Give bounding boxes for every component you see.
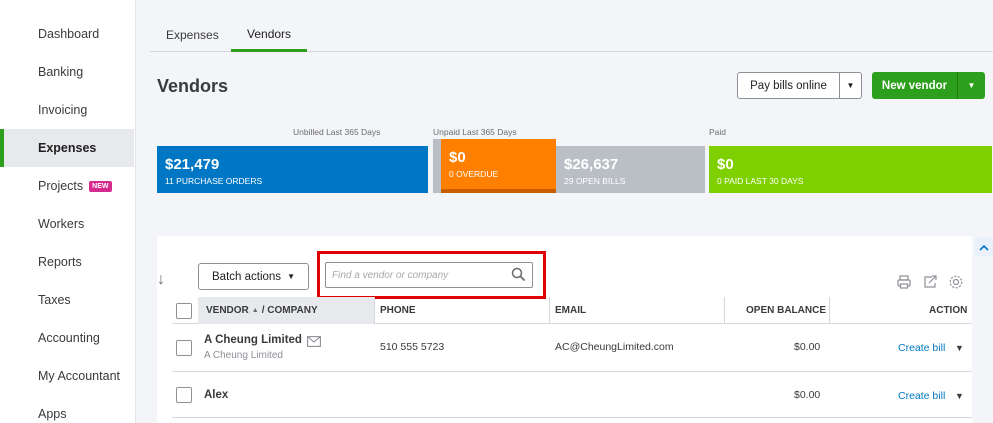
sidebar-item-projects[interactable]: Projects NEW <box>0 167 134 205</box>
envelope-icon[interactable] <box>307 334 321 352</box>
vendor-name-link[interactable]: A Cheung Limited <box>204 334 302 346</box>
export-icon[interactable] <box>921 273 939 291</box>
phone-column-header: PHONE <box>380 305 416 316</box>
sidebar-item-expenses[interactable]: Expenses <box>0 129 134 167</box>
open-balance-cell: $0.00 <box>794 341 821 353</box>
pay-bills-online-button[interactable]: Pay bills online ▼ <box>737 72 862 99</box>
chevron-down-icon[interactable]: ▼ <box>955 391 964 401</box>
paid-amount: $0 <box>717 156 734 173</box>
chevron-down-icon[interactable]: ▼ <box>958 81 985 90</box>
table-row: Alex $0.00 Create bill ▼ <box>172 372 972 418</box>
chevron-down-icon[interactable]: ▼ <box>955 343 964 353</box>
tab-bar: Expenses Vendors <box>150 18 993 52</box>
left-nav-sidebar: Dashboard Banking Invoicing Expenses Pro… <box>0 0 136 423</box>
sidebar-item-accounting[interactable]: Accounting <box>0 319 134 357</box>
new-vendor-button[interactable]: New vendor ▼ <box>872 72 985 99</box>
paid-caption: 0 PAID LAST 30 DAYS <box>717 176 804 186</box>
paid-label: Paid <box>709 127 727 137</box>
table-header: VENDOR ▲ / COMPANY PHONE EMAIL OPEN BALA… <box>172 297 972 324</box>
sidebar-item-workers[interactable]: Workers <box>0 205 134 243</box>
pay-bills-online-label: Pay bills online <box>738 73 840 98</box>
row-checkbox[interactable] <box>176 387 192 403</box>
company-header-label: / COMPANY <box>261 305 318 316</box>
main-content: Expenses Vendors Vendors Pay bills onlin… <box>136 0 993 423</box>
open-bills-caption: 29 OPEN BILLS <box>564 176 626 186</box>
batch-actions-label: Batch actions <box>212 270 282 283</box>
action-column-header: ACTION <box>929 305 968 316</box>
email-cell: AC@CheungLimited.com <box>555 341 674 353</box>
open-balance-cell: $0.00 <box>794 389 821 401</box>
row-checkbox[interactable] <box>176 340 192 356</box>
sidebar-item-dashboard[interactable]: Dashboard <box>0 15 134 53</box>
open-balance-column-header[interactable]: OPEN BALANCE <box>746 297 826 324</box>
column-divider <box>724 297 725 324</box>
select-all-checkbox[interactable] <box>176 303 192 319</box>
company-name: A Cheung Limited <box>204 350 283 361</box>
vendor-search-input[interactable] <box>326 263 506 287</box>
sidebar-item-label: Accounting <box>38 331 100 345</box>
column-divider <box>374 297 375 324</box>
sidebar-item-label: Banking <box>38 65 84 79</box>
batch-actions-button[interactable]: Batch actions ▼ <box>198 263 309 290</box>
sidebar-item-my-accountant[interactable]: My Accountant <box>0 357 134 395</box>
column-divider <box>549 297 550 324</box>
table-row: A Cheung Limited A Cheung Limited 510 55… <box>172 324 972 372</box>
purchase-orders-tile[interactable]: $21,479 11 PURCHASE ORDERS <box>157 146 428 193</box>
page-title: Vendors <box>157 76 229 96</box>
sidebar-item-invoicing[interactable]: Invoicing <box>0 91 134 129</box>
table-tools <box>895 273 965 291</box>
overdue-spacer <box>433 139 441 193</box>
overdue-amount: $0 <box>449 149 466 166</box>
sidebar-item-label: Reports <box>38 255 82 269</box>
sidebar-item-label: Taxes <box>38 293 71 307</box>
column-divider <box>829 297 830 324</box>
email-column-header: EMAIL <box>555 305 587 316</box>
vendor-search-box[interactable] <box>325 262 533 288</box>
vendor-column-header[interactable]: VENDOR ▲ / COMPANY <box>198 297 374 324</box>
overdue-tile[interactable]: $0 0 OVERDUE <box>441 139 556 193</box>
unpaid-label: Unpaid Last 365 Days <box>433 127 517 137</box>
tab-expenses[interactable]: Expenses <box>150 18 235 52</box>
sidebar-item-reports[interactable]: Reports <box>0 243 134 281</box>
create-bill-link[interactable]: Create bill <box>898 342 945 354</box>
sidebar-item-label: Apps <box>38 407 67 421</box>
purchase-orders-amount: $21,479 <box>165 156 220 173</box>
search-icon[interactable] <box>511 267 526 287</box>
chevron-down-icon[interactable]: ▼ <box>840 81 861 90</box>
purchase-orders-caption: 11 PURCHASE ORDERS <box>165 176 263 186</box>
sort-down-arrow-icon[interactable]: ↓ <box>157 271 165 289</box>
open-bills-amount: $26,637 <box>564 156 619 173</box>
new-badge: NEW <box>89 180 112 192</box>
gear-icon[interactable] <box>947 273 965 291</box>
sidebar-item-label: My Accountant <box>38 369 120 383</box>
overdue-caption: 0 OVERDUE <box>449 169 499 179</box>
paid-tile[interactable]: $0 0 PAID LAST 30 DAYS <box>709 146 992 193</box>
create-bill-link[interactable]: Create bill <box>898 390 945 402</box>
open-bills-tile[interactable]: $26,637 29 OPEN BILLS <box>556 146 705 193</box>
sidebar-item-label: Expenses <box>38 141 97 155</box>
chevron-down-icon: ▼ <box>287 272 295 281</box>
sidebar-item-label: Projects <box>38 179 84 193</box>
new-vendor-label: New vendor <box>872 72 958 99</box>
scroll-up-icon[interactable] <box>975 238 993 256</box>
sidebar-item-taxes[interactable]: Taxes <box>0 281 134 319</box>
phone-cell: 510 555 5723 <box>380 341 445 353</box>
sort-ascending-icon: ▲ <box>251 307 259 314</box>
tab-vendors[interactable]: Vendors <box>231 18 308 52</box>
sidebar-item-label: Dashboard <box>38 27 100 41</box>
print-icon[interactable] <box>895 273 913 291</box>
sidebar-item-apps[interactable]: Apps <box>0 395 134 423</box>
vendor-name-link[interactable]: Alex <box>204 389 228 401</box>
sidebar-item-label: Invoicing <box>38 103 88 117</box>
sidebar-item-label: Workers <box>38 217 85 231</box>
vendor-header-label: VENDOR <box>206 305 249 316</box>
sidebar-item-banking[interactable]: Banking <box>0 53 134 91</box>
unbilled-label: Unbilled Last 365 Days <box>293 127 381 137</box>
